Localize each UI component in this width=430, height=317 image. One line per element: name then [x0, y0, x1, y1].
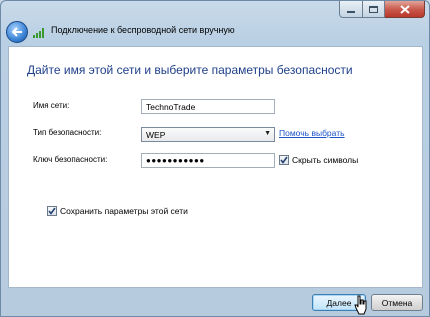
checkmark-icon — [48, 207, 56, 215]
save-settings-checkbox[interactable] — [47, 206, 57, 216]
cancel-button[interactable]: Отмена — [371, 294, 423, 311]
minimize-button[interactable] — [339, 1, 363, 18]
close-button[interactable] — [385, 1, 425, 18]
back-arrow-icon — [11, 27, 22, 37]
minimize-icon — [347, 10, 355, 13]
close-icon — [399, 4, 410, 14]
hide-characters-checkbox[interactable] — [279, 155, 289, 165]
maximize-button[interactable] — [363, 1, 385, 18]
title-bar: Подключение к беспроводной сети вручную — [1, 19, 430, 45]
hide-characters-option[interactable]: Скрыть символы — [279, 155, 358, 165]
dropdown-arrow-icon: ▼ — [264, 130, 271, 137]
save-settings-label: Сохранить параметры этой сети — [60, 206, 188, 216]
checkmark-icon — [280, 156, 288, 164]
wizard-window: Подключение к беспроводной сети вручную … — [0, 0, 430, 317]
hide-characters-label: Скрыть символы — [292, 155, 359, 165]
security-type-label: Тип безопасности: — [33, 128, 102, 137]
maximize-icon — [369, 5, 378, 13]
network-name-label: Имя сети: — [33, 101, 70, 110]
help-choose-link[interactable]: Помочь выбрать — [279, 128, 345, 138]
security-key-input[interactable]: ●●●●●●●●●●● — [141, 153, 275, 168]
network-name-input[interactable]: TechnoTrade — [141, 99, 275, 114]
content-panel: Дайте имя этой сети и выберите параметры… — [8, 46, 423, 288]
page-heading: Дайте имя этой сети и выберите параметры… — [27, 63, 353, 77]
security-key-label: Ключ безопасности: — [33, 155, 108, 164]
wireless-signal-icon — [33, 28, 44, 38]
back-button[interactable] — [6, 21, 28, 43]
window-title: Подключение к беспроводной сети вручную — [51, 25, 235, 35]
caption-buttons — [339, 1, 425, 18]
security-type-value: WEP — [146, 130, 166, 140]
security-type-select[interactable]: WEP ▼ — [141, 127, 275, 142]
mouse-cursor-icon — [354, 295, 367, 315]
save-settings-option[interactable]: Сохранить параметры этой сети — [47, 206, 188, 216]
